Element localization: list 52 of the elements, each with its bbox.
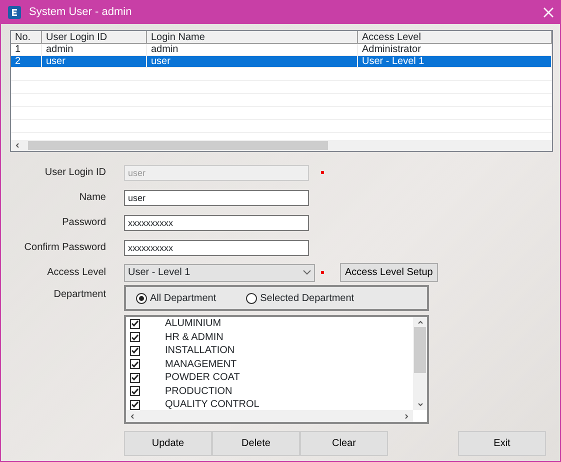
input-field[interactable]: user: [124, 190, 309, 206]
action-button[interactable]: Delete: [212, 431, 300, 456]
column-header[interactable]: Login Name: [147, 31, 358, 44]
list-item[interactable]: HR & ADMIN: [126, 330, 413, 344]
action-button[interactable]: Exit: [458, 431, 546, 456]
column-header[interactable]: No.: [11, 31, 42, 44]
close-icon[interactable]: [543, 6, 554, 18]
field-label: User Login ID: [44, 166, 106, 180]
scroll-down-icon[interactable]: [418, 402, 422, 407]
checkbox[interactable]: [130, 318, 140, 329]
radio-option[interactable]: All Department: [136, 290, 216, 306]
scroll-left-icon[interactable]: [15, 143, 20, 148]
action-button[interactable]: Clear: [300, 431, 388, 456]
table-cell: 2: [11, 56, 42, 68]
list-item[interactable]: ALUMINIUM: [126, 317, 413, 330]
field-label: Department: [52, 288, 106, 302]
checkbox[interactable]: [130, 386, 140, 396]
field-label: Access Level: [46, 266, 106, 280]
checkbox[interactable]: [130, 359, 140, 370]
access-level-dropdown[interactable]: User - Level 1: [124, 264, 315, 282]
scroll-up-icon[interactable]: [418, 320, 422, 325]
action-button[interactable]: Update: [124, 431, 212, 456]
list-item[interactable]: PRODUCTION: [126, 384, 413, 398]
vertical-scrollbar[interactable]: [413, 317, 427, 410]
list-item[interactable]: INSTALLATION: [126, 344, 413, 358]
scroll-right-icon[interactable]: [404, 414, 409, 418]
app-logo-icon: [8, 6, 21, 18]
table-cell: user: [42, 56, 147, 68]
list-item[interactable]: QUALITY CONTROL: [126, 398, 413, 410]
column-header[interactable]: User Login ID: [42, 31, 147, 44]
window-title: System User - admin: [29, 4, 132, 20]
checkbox[interactable]: [130, 372, 140, 383]
list-item[interactable]: MANAGEMENT: [126, 358, 413, 371]
input-field[interactable]: xxxxxxxxxx: [124, 240, 309, 256]
checkbox[interactable]: [130, 332, 140, 342]
field-label: Confirm Password: [23, 241, 106, 255]
scroll-left-icon[interactable]: [130, 414, 135, 418]
access-level-setup-button[interactable]: Access Level Setup: [340, 263, 438, 282]
column-header[interactable]: Access Level: [358, 31, 552, 44]
radio-option[interactable]: Selected Department: [246, 290, 354, 306]
chevron-down-icon: [303, 270, 311, 275]
checkbox[interactable]: [130, 400, 140, 410]
input-field[interactable]: xxxxxxxxxx: [124, 214, 309, 230]
horizontal-scrollbar[interactable]: [126, 410, 413, 422]
field-label: Password: [61, 216, 106, 230]
field-label: Name: [78, 191, 106, 205]
list-item[interactable]: POWDER COAT: [126, 371, 413, 384]
table-cell: User - Level 1: [358, 56, 552, 68]
table-row[interactable]: 2 user user User - Level 1: [11, 56, 552, 68]
checkbox[interactable]: [130, 346, 140, 356]
table-cell: user: [147, 56, 358, 68]
horizontal-scrollbar[interactable]: [11, 140, 552, 151]
